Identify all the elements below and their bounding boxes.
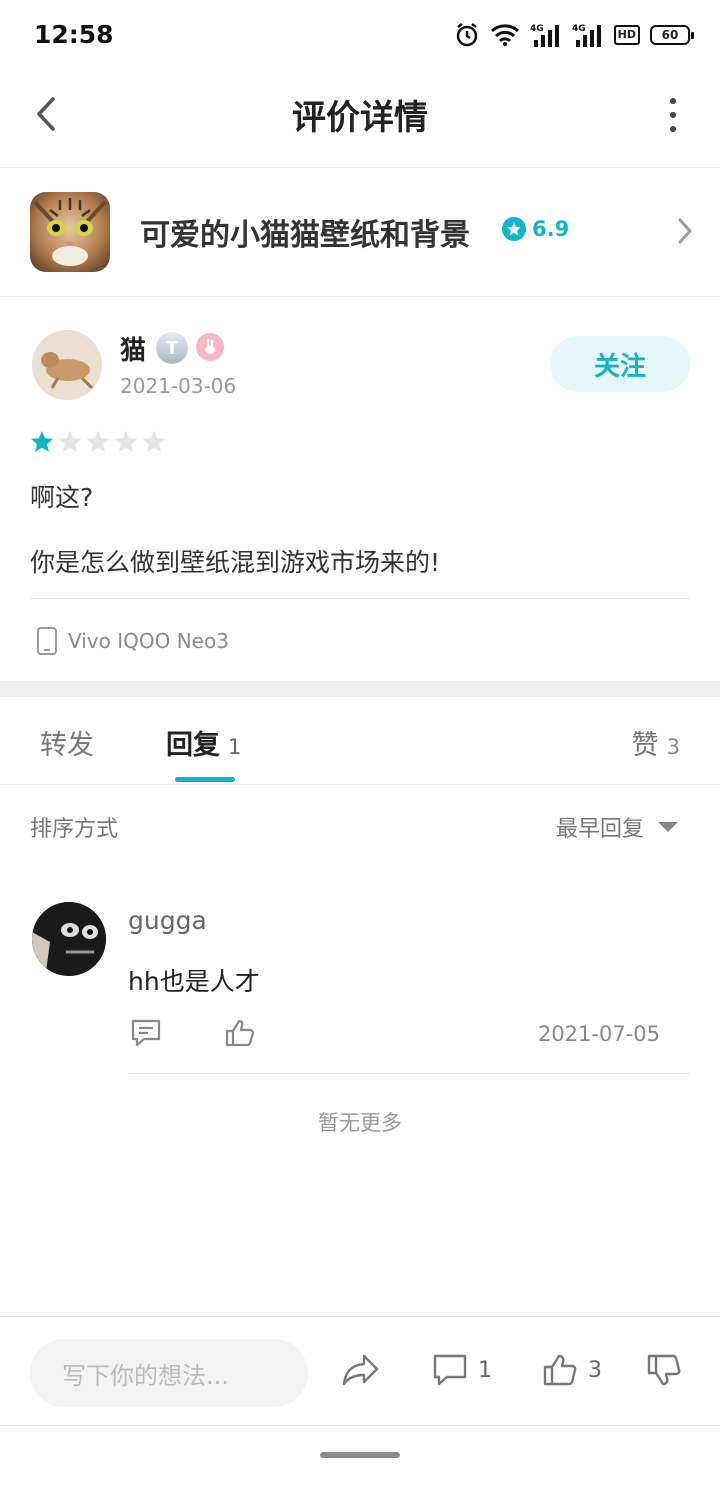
review-text-line: 你是怎么做到壁纸混到游戏市场来的! — [30, 548, 441, 577]
tab-indicator — [175, 777, 235, 782]
nav-bar: 评价详情 — [0, 72, 720, 168]
tab-count: 3 — [666, 735, 680, 759]
device-info: Vivo IQOO Neo3 — [36, 626, 229, 656]
comment-text: hh也是人才 — [128, 967, 260, 996]
comment-icon — [433, 1354, 467, 1386]
rating-value: 6.9 — [532, 217, 570, 241]
battery-icon: 60 — [650, 25, 694, 45]
status-icons: 4G 4G HD 60 — [454, 22, 694, 48]
app-name: 可爱的小猫猫壁纸和背景 — [140, 218, 470, 253]
star-empty-icon — [143, 431, 165, 452]
more-button[interactable] — [666, 98, 680, 132]
rating-stars — [30, 430, 166, 454]
tab-like[interactable]: 赞3 — [632, 723, 680, 762]
app-icon — [30, 192, 110, 272]
thumbs-down-icon — [647, 1354, 681, 1386]
user-name[interactable]: 猫 — [120, 330, 146, 367]
no-more-text: 暂无更多 — [318, 1111, 402, 1135]
comment-button[interactable]: 1 — [432, 1353, 492, 1387]
dislike-button[interactable] — [646, 1353, 682, 1387]
network-type-label: 4G — [572, 24, 586, 34]
more-dot — [670, 98, 676, 104]
reply-icon[interactable] — [130, 1018, 162, 1052]
like-button[interactable]: 3 — [542, 1353, 602, 1387]
home-indicator[interactable] — [320, 1452, 400, 1458]
divider — [128, 1073, 690, 1074]
sort-selected: 最早回复 — [555, 817, 644, 842]
divider — [30, 598, 690, 599]
review: 猫 T 2021-03-06 关注 啊这? 你是怎么做到壁纸混到游戏市场来的! … — [0, 298, 720, 680]
thumbs-up-icon — [543, 1354, 577, 1386]
rabbit-badge-icon — [196, 333, 224, 361]
tab-count: 1 — [228, 735, 242, 759]
star-icon — [502, 217, 526, 241]
share-icon — [342, 1354, 379, 1386]
avatar[interactable] — [32, 330, 102, 400]
device-name: Vivo IQOO Neo3 — [68, 629, 229, 653]
review-text-line: 啊这? — [30, 483, 94, 512]
comment-date: 2021-07-05 — [537, 1022, 660, 1046]
avatar[interactable] — [32, 902, 106, 976]
sort-row: 排序方式 最早回复 — [0, 785, 720, 865]
star-filled-icon — [31, 431, 53, 452]
tab-label: 转发 — [40, 730, 94, 761]
network-type-label: 4G — [530, 24, 544, 34]
thumbs-up-icon[interactable] — [224, 1018, 256, 1052]
status-bar: 12:58 4G 4G HD 60 — [0, 0, 720, 72]
sort-label: 排序方式 — [30, 817, 119, 842]
star-empty-icon — [115, 431, 137, 452]
caret-down-icon — [658, 822, 678, 832]
tab-label: 回复 — [166, 730, 220, 761]
page-title: 评价详情 — [292, 98, 428, 138]
more-dot — [670, 126, 676, 132]
bottom-action-bar: 写下你的想法... 1 3 — [0, 1316, 720, 1426]
comment-author[interactable]: gugga — [128, 906, 207, 935]
wifi-icon — [490, 23, 520, 47]
tab-reply[interactable]: 回复 1 — [166, 723, 241, 762]
more-dot — [670, 112, 676, 118]
level-badge: T — [156, 332, 188, 364]
tab-label: 赞 — [631, 730, 659, 761]
review-date: 2021-03-06 — [120, 374, 237, 398]
signal-icon: 4G — [530, 22, 562, 48]
app-rating: 6.9 — [502, 217, 569, 241]
tab-bar: 转发 回复 1 赞3 — [0, 697, 720, 785]
status-time: 12:58 — [34, 20, 114, 49]
alarm-icon — [454, 22, 480, 48]
app-card[interactable]: 可爱的小猫猫壁纸和背景 6.9 — [0, 168, 720, 297]
star-empty-icon — [59, 431, 81, 452]
list-item: gugga hh也是人才 2021-07-05 — [0, 880, 720, 1075]
comment-count: 1 — [478, 1357, 492, 1383]
phone-icon — [37, 627, 57, 655]
tab-forward[interactable]: 转发 — [40, 723, 94, 762]
star-empty-icon — [87, 431, 109, 452]
sort-dropdown[interactable]: 最早回复 — [556, 811, 678, 843]
comment-input[interactable]: 写下你的想法... — [30, 1339, 308, 1407]
chevron-right-icon — [678, 218, 692, 248]
like-count: 3 — [588, 1357, 602, 1383]
follow-button[interactable]: 关注 — [550, 336, 690, 392]
hd-icon: HD — [613, 25, 640, 45]
share-button[interactable] — [342, 1353, 380, 1387]
section-divider — [0, 681, 720, 697]
signal-icon: 4G — [572, 22, 604, 48]
